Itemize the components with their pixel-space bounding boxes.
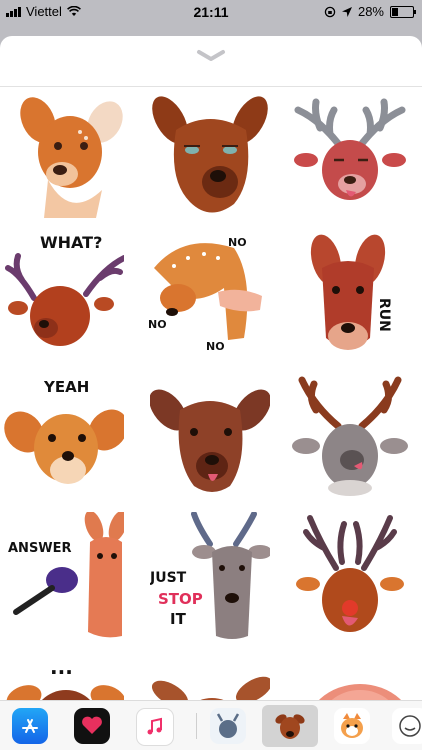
sticker-deer-yeah[interactable]: YEAH	[4, 370, 124, 500]
no-text-2: NO	[148, 318, 167, 331]
sticker-deer-answer[interactable]: ANSWER	[4, 512, 124, 642]
sticker-deer-grey-antlers[interactable]	[290, 370, 410, 500]
deer-app-1-icon[interactable]	[210, 708, 246, 744]
sticker-deer-tongue-out[interactable]	[150, 370, 270, 500]
sticker-sheet: WHAT? NO NO NO RUN YEAH ANSWER JUST STOP…	[0, 36, 422, 750]
sticker-deer-doe-smirk[interactable]	[10, 90, 130, 220]
location-arrow-icon	[341, 6, 352, 17]
no-text-3: NO	[206, 340, 225, 353]
sticker-grid: WHAT? NO NO NO RUN YEAH ANSWER JUST STOP…	[0, 88, 422, 750]
yeah-text: YEAH	[43, 378, 89, 396]
music-icon[interactable]	[136, 708, 174, 746]
what-text: WHAT?	[40, 233, 102, 252]
app-store-icon[interactable]	[12, 708, 48, 744]
sticker-deer-just-stop-it[interactable]: JUST STOP IT	[150, 512, 270, 642]
run-text: RUN	[376, 298, 392, 332]
status-bar: Viettel 21:11 28%	[0, 0, 422, 24]
digital-touch-icon[interactable]	[74, 708, 110, 744]
sticker-deer-antlers-tongue[interactable]	[290, 90, 410, 220]
sticker-deer-red-nose[interactable]	[290, 512, 410, 642]
dots-text: ...	[50, 655, 73, 679]
just-text: JUST	[150, 570, 187, 586]
battery-icon	[390, 5, 416, 18]
drawer-separator	[196, 713, 197, 739]
sticker-deer-no-no[interactable]: NO NO NO	[144, 228, 264, 358]
doodle-app-icon[interactable]	[392, 708, 422, 744]
battery-percent: 28%	[357, 4, 384, 19]
sheet-divider	[0, 86, 422, 87]
cat-app-icon[interactable]	[334, 708, 370, 744]
deer-app-selected-icon[interactable]	[262, 705, 318, 747]
chevron-down-icon[interactable]	[191, 46, 231, 66]
sticker-deer-what[interactable]: WHAT?	[4, 228, 124, 358]
it-text: IT	[170, 610, 187, 628]
app-drawer	[0, 700, 422, 750]
stop-text: STOP	[158, 590, 203, 608]
rotation-lock-icon	[324, 6, 336, 17]
answer-text: ANSWER	[8, 541, 72, 556]
sticker-deer-run[interactable]: RUN	[296, 228, 416, 358]
sticker-deer-tired-eyes[interactable]	[150, 90, 270, 220]
